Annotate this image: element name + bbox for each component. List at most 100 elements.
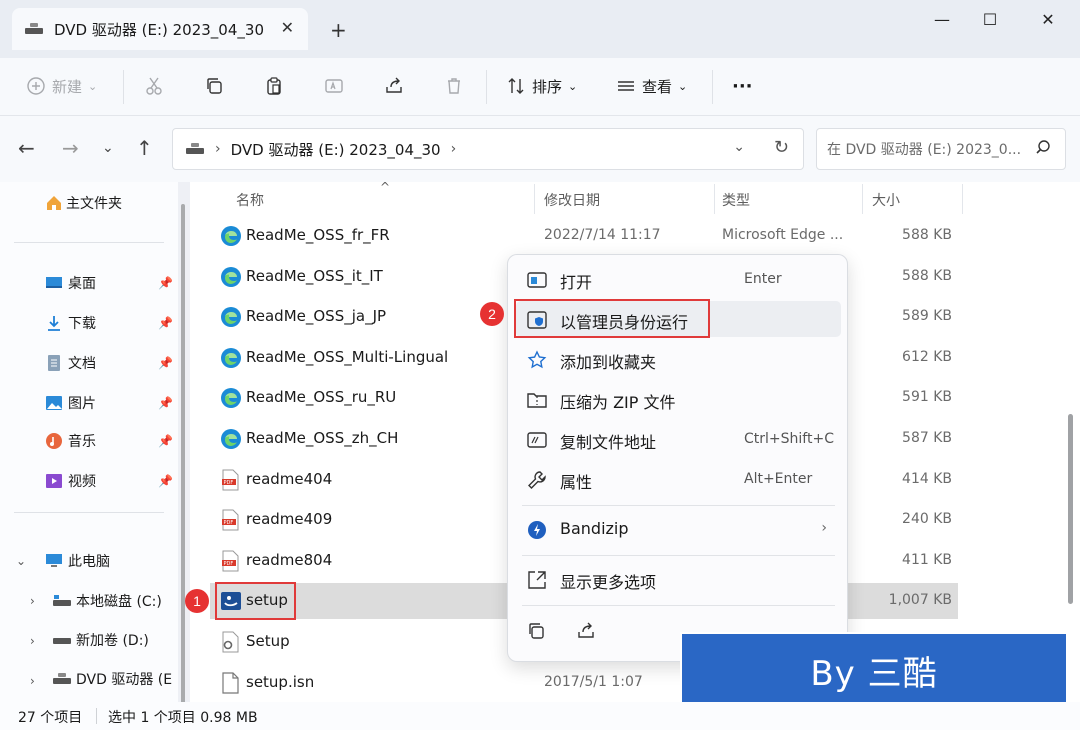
sidebar-item-desktop[interactable]: 桌面 📌 [44, 268, 178, 298]
search-input[interactable]: 在 DVD 驱动器 (E:) 2023_0... [816, 128, 1066, 170]
clipboard-icon [264, 76, 284, 96]
menu-item-shortcut: Enter [744, 271, 782, 287]
step-badge-2: 2 [480, 302, 504, 326]
sidebar-item-drive-e[interactable]: DVD 驱动器 (E [52, 664, 172, 694]
highlight-box-setup [215, 582, 296, 620]
expand-chevron-icon[interactable]: › [30, 594, 35, 608]
sidebar-item-label: 桌面 [68, 276, 96, 292]
navigation-pane: 主文件夹 桌面 📌 下载 📌 文档 📌 图片 📌 音乐 📌 视频 📌 ⌄ 此电脑… [0, 182, 178, 702]
file-list-scrollbar[interactable] [1068, 414, 1073, 604]
menu-item-label: 属性 [560, 473, 593, 492]
forward-arrow-icon[interactable]: → [62, 136, 79, 160]
sidebar-scrollbar[interactable] [181, 204, 185, 704]
toolbar-divider [712, 70, 713, 104]
sidebar-item-label: 图片 [68, 396, 96, 412]
pin-icon[interactable]: 📌 [158, 356, 173, 370]
toolbar-divider [486, 70, 487, 104]
rename-button[interactable] [324, 72, 344, 100]
pin-icon[interactable]: 📌 [158, 434, 173, 448]
menu-item-properties[interactable]: 属性 Alt+Enter [516, 461, 841, 497]
config-file-icon [220, 631, 242, 653]
table-row[interactable]: ReadMe_OSS_fr_FR 2022/7/14 11:17 Microsoft… [210, 218, 958, 254]
new-button[interactable]: 新建 ⌄ [26, 72, 97, 100]
sort-button[interactable]: 排序 ⌄ [506, 72, 577, 100]
desktop-icon [44, 273, 64, 293]
pin-icon[interactable]: 📌 [158, 316, 173, 330]
breadcrumb-drive[interactable]: DVD 驱动器 (E:) 2023_04_30 [231, 139, 441, 160]
column-divider[interactable] [862, 184, 863, 214]
sidebar-item-pictures[interactable]: 图片 📌 [44, 388, 178, 418]
menu-item-show-more[interactable]: 显示更多选项 [516, 561, 841, 597]
cut-button[interactable] [144, 72, 164, 100]
download-icon [44, 313, 64, 333]
view-button[interactable]: 查看 ⌄ [616, 72, 687, 100]
sidebar-item-downloads[interactable]: 下载 📌 [44, 308, 178, 338]
menu-item-label: Bandizip [560, 519, 629, 538]
menu-item-compress-zip[interactable]: 压缩为 ZIP 文件 [516, 381, 841, 417]
copy-icon[interactable] [526, 621, 546, 645]
minimize-button[interactable]: — [922, 6, 962, 32]
file-name: readme409 [246, 510, 333, 529]
pdf-file-icon: PDF [220, 509, 242, 531]
paste-button[interactable] [264, 72, 284, 100]
sidebar-item-label: 视频 [68, 474, 96, 490]
menu-item-add-favorite[interactable]: 添加到收藏夹 [516, 341, 841, 377]
expand-chevron-icon[interactable]: ⌄ [16, 554, 26, 568]
address-bar[interactable]: › DVD 驱动器 (E:) 2023_04_30 › ⌄ ↻ [172, 128, 804, 170]
menu-item-copy-path[interactable]: 复制文件地址 Ctrl+Shift+C [516, 421, 841, 457]
column-header-name[interactable]: 名称 [236, 190, 264, 210]
sidebar-item-documents[interactable]: 文档 📌 [44, 348, 178, 378]
maximize-button[interactable]: ☐ [970, 6, 1010, 32]
expand-chevron-icon[interactable]: › [30, 674, 35, 688]
refresh-icon[interactable]: ↻ [774, 137, 789, 158]
menu-item-label: 打开 [560, 273, 593, 292]
column-header-size[interactable]: 大小 [872, 190, 900, 210]
copy-path-icon [526, 429, 548, 451]
menu-item-open[interactable]: 打开 Enter [516, 261, 841, 297]
edge-browser-icon [220, 347, 242, 369]
column-header-type[interactable]: 类型 [722, 190, 750, 210]
file-size: 587 KB [902, 430, 952, 446]
recent-chevron-icon[interactable]: ⌄ [102, 140, 114, 156]
tab-close-icon[interactable]: ✕ [281, 18, 294, 37]
new-label: 新建 [52, 77, 83, 96]
item-count: 27 个项目 [18, 710, 83, 726]
menu-item-label: 复制文件地址 [560, 433, 657, 452]
sidebar-item-music[interactable]: 音乐 📌 [44, 426, 178, 456]
new-tab-button[interactable]: + [330, 18, 347, 42]
pin-icon[interactable]: 📌 [158, 396, 173, 410]
file-date: 2017/5/1 1:07 [544, 673, 643, 690]
share-icon[interactable] [576, 621, 596, 645]
delete-button[interactable] [444, 72, 464, 100]
sort-arrow-icon: ^ [380, 180, 391, 194]
window-tab[interactable]: DVD 驱动器 (E:) 2023_04_30 ✕ [12, 8, 308, 50]
expand-more-icon [526, 569, 548, 591]
highlight-box-run-admin [514, 299, 710, 338]
hard-drive-icon [52, 591, 72, 611]
column-divider[interactable] [714, 184, 715, 214]
up-arrow-icon[interactable]: ↑ [136, 136, 153, 160]
sidebar-item-videos[interactable]: 视频 📌 [44, 466, 178, 496]
back-arrow-icon[interactable]: ← [18, 136, 35, 160]
share-icon [384, 76, 404, 96]
column-divider[interactable] [534, 184, 535, 214]
sidebar-item-drive-c[interactable]: 本地磁盘 (C:) [52, 586, 162, 616]
pin-icon[interactable]: 📌 [158, 276, 173, 290]
close-button[interactable]: ✕ [1028, 6, 1068, 32]
menu-item-bandizip[interactable]: Bandizip › [516, 511, 841, 547]
column-divider[interactable] [962, 184, 963, 214]
sidebar-item-this-pc[interactable]: 此电脑 [44, 546, 110, 576]
sidebar-item-home[interactable]: 主文件夹 [44, 188, 122, 218]
share-button[interactable] [384, 72, 404, 100]
file-size: 411 KB [902, 551, 952, 568]
expand-chevron-icon[interactable]: › [30, 634, 35, 648]
sidebar-item-drive-d[interactable]: 新加卷 (D:) [52, 625, 149, 655]
search-icon [1035, 139, 1051, 159]
more-options-button[interactable]: ··· [732, 72, 753, 100]
column-header-date[interactable]: 修改日期 [544, 190, 600, 210]
edge-browser-icon [220, 428, 242, 450]
copy-button[interactable] [204, 72, 224, 100]
address-dropdown-icon[interactable]: ⌄ [733, 139, 745, 155]
pin-icon[interactable]: 📌 [158, 474, 173, 488]
menu-divider [522, 605, 835, 606]
